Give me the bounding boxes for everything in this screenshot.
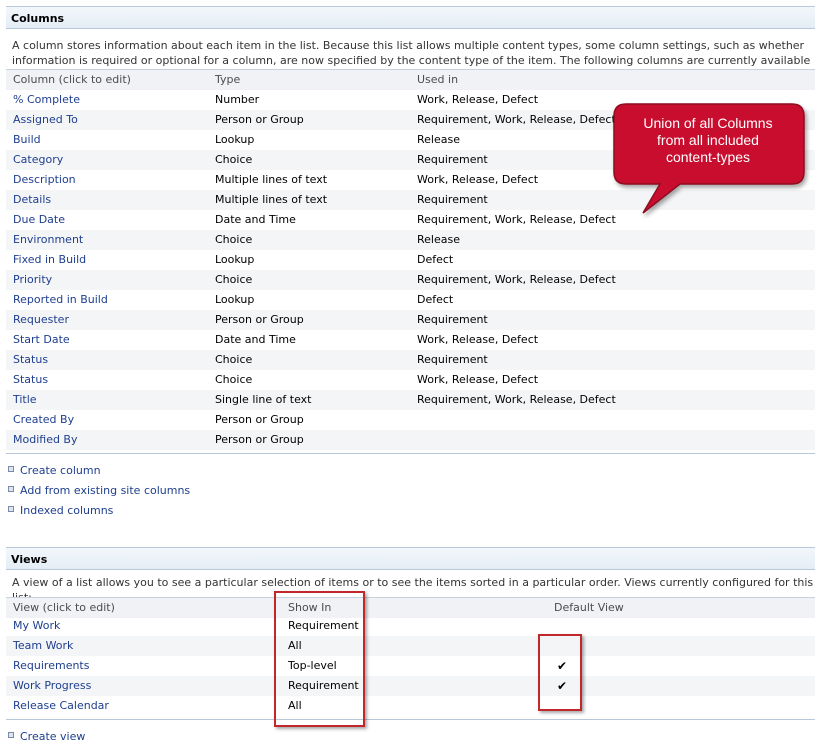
callout-line-2: from all included xyxy=(657,132,759,148)
callout-line-1: Union of all Columns xyxy=(643,115,773,131)
callout-line-3: content-types xyxy=(665,149,751,165)
callout-text: Union of all Columns from all included c… xyxy=(612,104,804,184)
